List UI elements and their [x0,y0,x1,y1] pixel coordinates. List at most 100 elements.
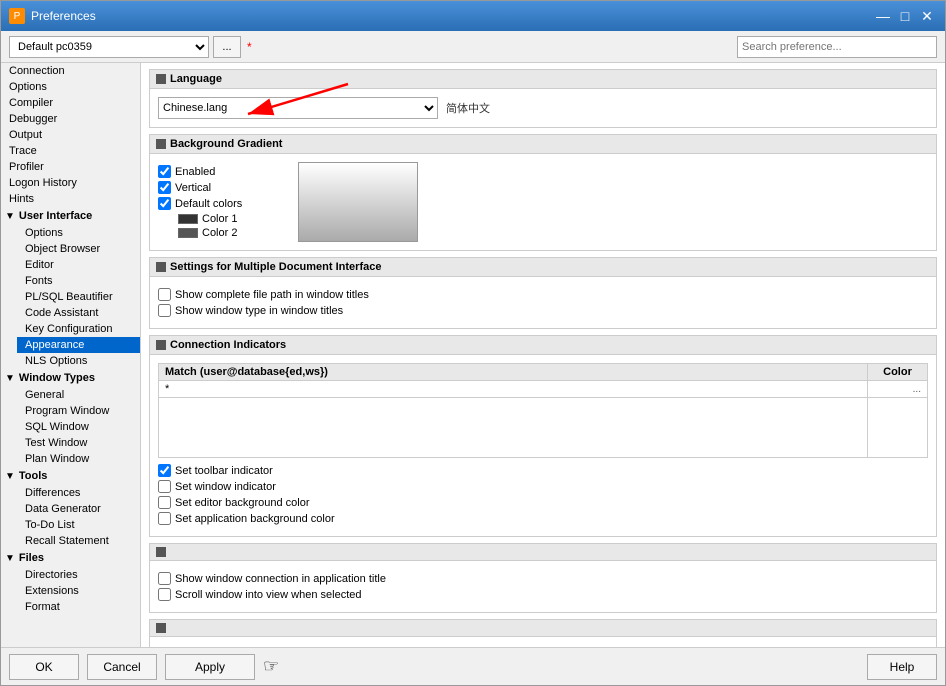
sidebar-item-trace[interactable]: Trace [1,143,140,159]
editor-bg-label: Set editor background color [175,497,310,509]
sidebar-item-fonts[interactable]: Fonts [17,273,140,289]
sidebar-item-profiler[interactable]: Profiler [1,159,140,175]
window-indicator-checkbox[interactable] [158,480,171,493]
sidebar-item-nls-options[interactable]: NLS Options [17,353,140,369]
sidebar-item-plsql-beautifier[interactable]: PL/SQL Beautifier [17,289,140,305]
color1-label: Color 1 [202,213,237,225]
match-cell[interactable] [159,381,868,398]
sidebar-item-object-browser[interactable]: Object Browser [17,241,140,257]
sidebar-item-hints[interactable]: Hints [1,191,140,207]
app-bg-checkbox[interactable] [158,512,171,525]
language-select[interactable]: Chinese.lang [158,97,438,119]
default-colors-checkbox[interactable] [158,197,171,210]
faded-body: Faded disabled buttons (requires 64k col… [150,637,936,647]
sidebar-item-appearance[interactable]: Appearance [17,337,140,353]
sidebar-item-program-window[interactable]: Program Window [17,403,140,419]
complete-path-checkbox[interactable] [158,288,171,301]
editor-bg-row: Set editor background color [158,496,928,509]
sidebar-section-tools[interactable]: ▼ Tools [1,467,140,485]
color-dots-button[interactable]: ... [913,384,921,395]
wc-body: Show window connection in application ti… [150,561,936,612]
section-marker-wc [156,547,166,557]
color1-swatch [178,214,198,224]
mdi-body: Show complete file path in window titles… [150,277,936,328]
window-indicator-label: Set window indicator [175,481,276,493]
sidebar-item-format[interactable]: Format [17,599,140,615]
language-body: Chinese.lang 简体中文 [150,89,936,127]
indicators-header: Connection Indicators [150,336,936,355]
sidebar-item-sql-window[interactable]: SQL Window [17,419,140,435]
indicators-title: Connection Indicators [170,339,286,351]
sidebar-item-test-window[interactable]: Test Window [17,435,140,451]
sidebar-item-connection[interactable]: Connection [1,63,140,79]
indicators-table: Match (user@database{ed,ws}) Color [158,363,928,458]
close-button[interactable]: ✕ [917,6,937,26]
scroll-into-view-row: Scroll window into view when selected [158,588,928,601]
help-button[interactable]: Help [867,654,937,680]
sidebar-section-user-interface[interactable]: ▼ User Interface [1,207,140,225]
more-button[interactable]: ... [213,36,241,58]
sidebar-item-options[interactable]: Options [17,225,140,241]
sidebar-item-output[interactable]: Output [1,127,140,143]
bg-gradient-body: Enabled Vertical Default colors [150,154,936,250]
sidebar-item-plan-window[interactable]: Plan Window [17,451,140,467]
table-row: ... [159,381,928,398]
toolbar-indicator-checkbox[interactable] [158,464,171,477]
section-label-ui: User Interface [19,210,92,222]
apply-button[interactable]: Apply [165,654,255,680]
sidebar-item-logon-history[interactable]: Logon History [1,175,140,191]
faded-header [150,620,936,637]
sidebar-item-recall-statement[interactable]: Recall Statement [17,533,140,549]
minimize-button[interactable]: — [873,6,893,26]
enabled-checkbox[interactable] [158,165,171,178]
content-area: Language Chinese.lang 简体中文 [141,63,945,647]
sidebar-item-data-generator[interactable]: Data Generator [17,501,140,517]
match-input[interactable] [165,383,861,395]
enabled-row: Enabled [158,165,242,178]
default-colors-label: Default colors [175,198,242,210]
sidebar-sub-tools: Differences Data Generator To-Do List Re… [1,485,140,549]
section-label-wt: Window Types [19,372,95,384]
color1-row: Color 1 [178,213,242,225]
window-connection-section: Show window connection in application ti… [149,543,937,613]
title-bar-left: P Preferences [9,8,96,24]
sidebar-item-general[interactable]: General [17,387,140,403]
section-marker-bg [156,139,166,149]
vertical-label: Vertical [175,182,211,194]
app-bg-row: Set application background color [158,512,928,525]
gradient-options: Enabled Vertical Default colors [158,162,242,242]
bg-gradient-header: Background Gradient [150,135,936,154]
sidebar-item-extensions[interactable]: Extensions [17,583,140,599]
section-label-files: Files [19,552,44,564]
sidebar-item-key-config[interactable]: Key Configuration [17,321,140,337]
sidebar-item-debugger[interactable]: Debugger [1,111,140,127]
maximize-button[interactable]: □ [895,6,915,26]
gradient-preview [298,162,418,242]
scroll-into-view-checkbox[interactable] [158,588,171,601]
indicator-checkboxes: Set toolbar indicator Set window indicat… [158,464,928,525]
sidebar-section-files[interactable]: ▼ Files [1,549,140,567]
vertical-checkbox[interactable] [158,181,171,194]
sidebar-section-window-types[interactable]: ▼ Window Types [1,369,140,387]
sidebar-item-differences[interactable]: Differences [17,485,140,501]
sidebar-item-options-top[interactable]: Options [1,79,140,95]
ok-button[interactable]: OK [9,654,79,680]
section-label-tools: Tools [19,470,48,482]
editor-bg-checkbox[interactable] [158,496,171,509]
sidebar-item-directories[interactable]: Directories [17,567,140,583]
search-input[interactable] [737,36,937,58]
sidebar-item-todo-list[interactable]: To-Do List [17,517,140,533]
profile-select[interactable]: Default pc0359 [9,36,209,58]
window-type-checkbox[interactable] [158,304,171,317]
sidebar-item-editor[interactable]: Editor [17,257,140,273]
window-indicator-row: Set window indicator [158,480,928,493]
show-connection-checkbox[interactable] [158,572,171,585]
indicators-body: Match (user@database{ed,ws}) Color [150,355,936,536]
expand-icon-tools: ▼ [5,471,15,482]
cancel-button[interactable]: Cancel [87,654,157,680]
sidebar-item-compiler[interactable]: Compiler [1,95,140,111]
sidebar-item-code-assistant[interactable]: Code Assistant [17,305,140,321]
app-bg-label: Set application background color [175,513,335,525]
hand-icon[interactable]: ☞ [263,656,279,677]
expand-icon: ▼ [5,211,15,222]
